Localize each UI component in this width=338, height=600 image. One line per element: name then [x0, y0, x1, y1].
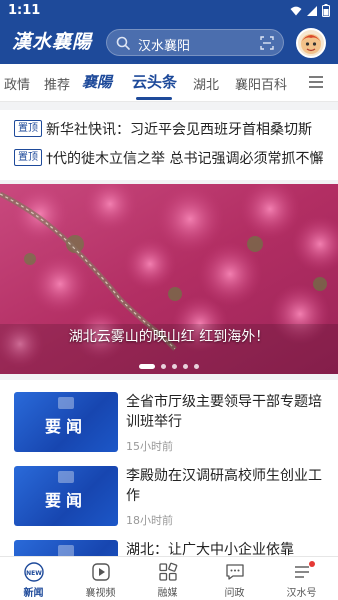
media-grid-icon — [158, 562, 177, 581]
tab-zhengqing[interactable]: 政情 — [4, 74, 30, 93]
app-logo: 漢水襄陽 — [12, 31, 93, 53]
news-thumbnail — [14, 540, 118, 556]
app-header: 1:11 漢水襄陽 汉水襄阳 — [0, 0, 338, 64]
news-title: 全省市厅级主要领导干部专题培训班举行 — [126, 394, 322, 430]
menu-icon[interactable] — [308, 75, 324, 89]
search-bar[interactable]: 汉水襄阳 — [106, 29, 284, 56]
nav-label: 襄视频 — [85, 588, 116, 599]
news-icon: NEW — [23, 562, 44, 582]
news-thumbnail: 要闻 — [14, 466, 118, 526]
new-badge-icon — [58, 545, 74, 556]
wifi-icon — [290, 6, 302, 15]
news-title: 湖北：让广大中小企业依靠 — [126, 542, 294, 556]
news-title: 李殿勋在汉调研高校师生创业工作 — [126, 468, 322, 504]
nav-hanshuihao[interactable]: 汉水号 — [268, 561, 335, 599]
news-time: 15小时前 — [126, 440, 173, 453]
carousel-dot[interactable] — [161, 364, 166, 369]
pinned-title: †代的徙木立信之举 总书记强调必须常抓不懈 — [46, 150, 324, 167]
featured-banner[interactable]: 湖北云雾山的映山红 红到海外！ — [0, 184, 338, 374]
bottom-navigation: NEW 新闻 襄视频 融媒 问政 汉水号 — [0, 556, 338, 600]
nav-label: 新闻 — [23, 588, 44, 599]
news-item[interactable]: 要闻 李殿勋在汉调研高校师生创业工作 18小时前 — [0, 466, 338, 542]
thumbnail-label: 要闻 — [44, 417, 87, 436]
search-icon — [116, 36, 130, 50]
chat-icon — [225, 564, 244, 580]
nav-video[interactable]: 襄视频 — [67, 562, 134, 599]
pinned-tag: 置顶 — [14, 120, 42, 137]
carousel-dot[interactable] — [183, 364, 188, 369]
pinned-item[interactable]: 置顶 新华社快讯：习近平会见西班牙首相桑切斯 — [14, 118, 338, 140]
tab-xiangyang[interactable]: 襄陽 — [82, 71, 112, 92]
notification-dot — [309, 561, 315, 567]
news-item[interactable]: 湖北：让广大中小企业依靠 — [0, 540, 338, 556]
tab-yuntoutiao[interactable]: 云头条 — [132, 71, 177, 92]
thumbnail-label: 要闻 — [44, 491, 87, 510]
user-avatar[interactable] — [296, 28, 326, 58]
banner-caption: 湖北云雾山的映山红 红到海外！ — [68, 329, 270, 345]
nav-news[interactable]: NEW 新闻 — [0, 562, 67, 599]
news-thumbnail: 要闻 — [14, 392, 118, 452]
tab-recommend[interactable]: 推荐 — [44, 74, 70, 93]
news-list: 要闻 全省市厅级主要领导干部专题培训班举行 15小时前 要闻 李殿勋在汉调研高校… — [0, 380, 338, 556]
carousel-indicator — [0, 356, 338, 369]
nav-label: 汉水号 — [286, 588, 317, 599]
tab-xiangyang-baike[interactable]: 襄阳百科 — [235, 74, 287, 93]
signal-icon — [307, 5, 317, 16]
carousel-dot[interactable] — [194, 364, 199, 369]
news-time: 18小时前 — [126, 514, 173, 527]
status-icons — [290, 4, 330, 17]
active-tab-indicator — [136, 97, 172, 100]
pinned-item[interactable]: 置顶 †代的徙木立信之举 总书记强调必须常抓不懈 — [14, 147, 338, 169]
carousel-dot[interactable] — [172, 364, 177, 369]
pinned-tag: 置顶 — [14, 149, 42, 166]
pinned-news: 置顶 新华社快讯：习近平会见西班牙首相桑切斯 置顶 †代的徙木立信之举 总书记强调必… — [0, 110, 338, 180]
new-badge-icon — [58, 397, 74, 409]
nav-media[interactable]: 融媒 — [134, 562, 201, 599]
pinned-title: 新华社快讯：习近平会见西班牙首相桑切斯 — [46, 121, 312, 138]
news-item[interactable]: 要闻 全省市厅级主要领导干部专题培训班举行 15小时前 — [0, 392, 338, 468]
mascot-avatar-icon — [301, 34, 321, 54]
search-placeholder: 汉水襄阳 — [138, 39, 191, 54]
scan-icon[interactable] — [260, 36, 274, 50]
nav-label: 融媒 — [157, 588, 178, 599]
status-time: 1:11 — [8, 3, 41, 18]
status-bar: 1:11 — [0, 0, 338, 22]
nav-wenzheng[interactable]: 问政 — [201, 562, 268, 599]
battery-icon — [322, 4, 330, 17]
video-icon — [91, 563, 110, 581]
channel-tabs: 政情 推荐 襄陽 云头条 湖北 襄阳百科 — [0, 64, 338, 102]
nav-label: 问政 — [224, 588, 245, 599]
new-badge-icon — [58, 471, 74, 483]
svg-text:NEW: NEW — [26, 570, 42, 577]
carousel-dot-active[interactable] — [139, 364, 155, 369]
tab-hubei[interactable]: 湖北 — [193, 74, 219, 93]
